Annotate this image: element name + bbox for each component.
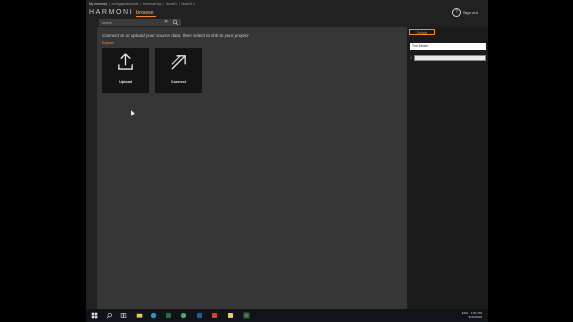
breadcrumb-item[interactable]: Nuds01 s <box>181 2 194 6</box>
search-icon[interactable] <box>172 19 179 26</box>
skype-icon[interactable] <box>150 312 157 319</box>
connect-arrow-icon <box>171 55 186 70</box>
system-tray[interactable]: ENG 1:51 PM 6/30/2018 <box>462 311 482 319</box>
breadcrumb-item[interactable]: mortgageabsorpab <box>112 2 139 6</box>
details-panel: Details The Meaer 1 <box>407 27 488 309</box>
connect-label: Connect <box>170 80 187 84</box>
breadcrumb: My Inventory | mortgageabsorpab | Harves… <box>89 2 195 6</box>
sign-out-button[interactable]: ? Sign out <box>452 8 478 17</box>
notes-icon[interactable] <box>227 312 234 319</box>
app-window: My Inventory | mortgageabsorpab | Harves… <box>86 0 488 309</box>
language-indicator[interactable]: ENG <box>462 311 469 315</box>
breadcrumb-item[interactable]: Nuds01 <box>166 2 177 6</box>
breadcrumb-item[interactable]: Harvester3yy <box>143 2 162 6</box>
clock-date[interactable]: 6/30/2018 <box>469 315 482 319</box>
harmoni-icon[interactable] <box>243 312 250 319</box>
upload-label: Upload <box>119 80 132 84</box>
upload-tile[interactable]: Upload <box>102 48 149 93</box>
app-logo: HARMONI <box>89 9 134 16</box>
details-button[interactable]: Details <box>409 29 435 35</box>
excel-icon[interactable] <box>165 312 172 319</box>
main-panel: Connect to or upload your source data, t… <box>97 27 407 309</box>
nav-browse-underline <box>136 16 156 17</box>
upload-icon <box>118 53 133 70</box>
windows-start-icon[interactable] <box>91 312 98 319</box>
search-input[interactable] <box>102 20 162 25</box>
connect-tile[interactable]: Connect <box>155 48 202 93</box>
search-bar: ✕ <box>99 19 181 26</box>
sign-out-label: Sign out <box>463 10 478 15</box>
name-field[interactable]: The Meaer <box>410 43 486 50</box>
explorer-icon[interactable] <box>136 312 143 319</box>
windows-taskbar: ENG 1:51 PM 6/30/2018 <box>86 309 488 322</box>
powerpoint-icon[interactable] <box>211 312 218 319</box>
task-view-icon[interactable] <box>120 312 127 319</box>
search-icon[interactable] <box>106 312 113 319</box>
expand-link[interactable]: Expand <box>102 41 114 45</box>
chrome-icon[interactable] <box>180 312 187 319</box>
value-field[interactable] <box>414 55 486 61</box>
intro-text: Connect to or upload your source data, t… <box>102 33 249 38</box>
close-icon[interactable]: ✕ <box>164 19 168 26</box>
question-icon[interactable]: ? <box>452 8 461 17</box>
field-bullet: 1 <box>410 56 412 60</box>
outlook-icon[interactable] <box>196 312 203 319</box>
breadcrumb-item[interactable]: My Inventory <box>89 2 107 6</box>
